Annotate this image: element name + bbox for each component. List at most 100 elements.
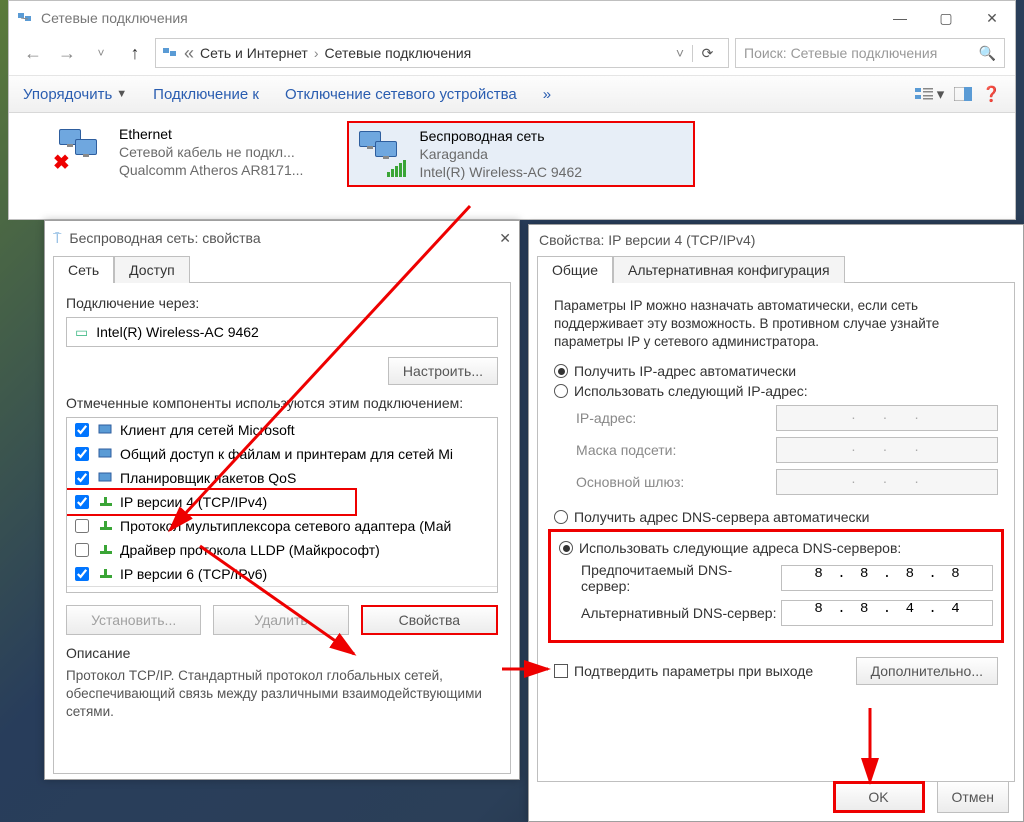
toolbar-disable-device[interactable]: Отключение сетевого устройства: [285, 86, 517, 103]
monitor-icon: [98, 423, 114, 437]
toolbar-connect-to[interactable]: Подключение к: [153, 86, 259, 103]
ok-button[interactable]: OK: [833, 781, 925, 813]
view-options-button[interactable]: ▾: [915, 85, 945, 103]
install-button[interactable]: Установить...: [66, 605, 201, 635]
close-button[interactable]: ✕: [499, 230, 511, 247]
adapter-field: ▭ Intel(R) Wireless-AC 9462: [66, 317, 498, 347]
protocol-icon: [98, 519, 114, 533]
connection-name: Ethernet: [119, 125, 303, 143]
monitor-icon: [98, 447, 114, 461]
adapter-icon: ⍑: [53, 230, 61, 247]
component-checkbox[interactable]: [75, 567, 89, 581]
components-list[interactable]: Клиент для сетей Microsoft Общий доступ к…: [66, 417, 498, 593]
connection-ethernet[interactable]: ✖ Ethernet Сетевой кабель не подкл... Qu…: [49, 121, 307, 187]
toolbar-organize[interactable]: Упорядочить▼: [23, 86, 127, 103]
component-label: Планировщик пакетов QoS: [120, 470, 296, 486]
dns-preferred-field[interactable]: 8 . 8 . 8 . 8: [781, 565, 993, 591]
component-label: Общий доступ к файлам и принтерам для се…: [120, 446, 453, 462]
connection-name: Беспроводная сеть: [419, 127, 582, 145]
component-row[interactable]: IP версии 4 (TCP/IPv4): [67, 490, 497, 514]
radio-dns-auto[interactable]: Получить адрес DNS-сервера автоматически: [554, 509, 998, 525]
search-placeholder: Поиск: Сетевые подключения: [744, 45, 937, 61]
breadcrumb-seg-1[interactable]: Сеть и Интернет: [200, 45, 308, 61]
breadcrumb-seg-2[interactable]: Сетевые подключения: [325, 45, 472, 61]
remove-button[interactable]: Удалить: [213, 605, 348, 635]
component-label: Клиент для сетей Microsoft: [120, 422, 295, 438]
close-button[interactable]: ✕: [969, 3, 1015, 33]
breadcrumb-bar[interactable]: « Сеть и Интернет › Сетевые подключения …: [155, 38, 729, 68]
connection-status: Сетевой кабель не подкл...: [119, 143, 303, 161]
component-checkbox[interactable]: [75, 471, 89, 485]
dialog-titlebar[interactable]: ⍑ Беспроводная сеть: свойства ✕: [45, 221, 519, 255]
radio-off-icon: [554, 510, 568, 524]
breadcrumb-dropdown-icon[interactable]: ˅: [676, 45, 684, 61]
disconnected-icon: ✖: [53, 150, 70, 175]
tab-access[interactable]: Доступ: [114, 256, 190, 283]
radio-ip-manual[interactable]: Использовать следующий IP-адрес:: [554, 383, 998, 399]
connection-wireless[interactable]: Беспроводная сеть Karaganda Intel(R) Wir…: [347, 121, 695, 187]
radio-dns-manual[interactable]: Использовать следующие адреса DNS-сервер…: [559, 540, 993, 556]
component-checkbox[interactable]: [75, 423, 89, 437]
dns-alternate-field[interactable]: 8 . 8 . 4 . 4: [781, 600, 993, 626]
tabstrip: Сеть Доступ: [53, 255, 519, 282]
subnet-label: Маска подсети:: [576, 442, 776, 458]
radio-on-icon: [559, 541, 573, 555]
dns-preferred-label: Предпочитаемый DNS-сервер:: [581, 562, 781, 594]
nav-back-button[interactable]: ←: [19, 39, 47, 67]
radio-on-icon: [554, 364, 568, 378]
subnet-field: . . .: [776, 437, 998, 463]
checkbox-empty-icon: [554, 664, 568, 678]
nav-up-button[interactable]: ↑: [121, 39, 149, 67]
dialog-titlebar[interactable]: Свойства: IP версии 4 (TCP/IPv4): [529, 225, 1023, 255]
toolbar: Упорядочить▼ Подключение к Отключение се…: [9, 75, 1015, 113]
component-row[interactable]: Драйвер протокола LLDP (Майкрософт): [67, 538, 497, 562]
horizontal-scrollbar[interactable]: ‹›: [67, 586, 497, 593]
tab-network[interactable]: Сеть: [53, 256, 114, 283]
component-row[interactable]: Планировщик пакетов QoS: [67, 466, 497, 490]
component-row[interactable]: IP версии 6 (TCP/IPv6): [67, 562, 497, 586]
component-label: IP версии 6 (TCP/IPv6): [120, 566, 267, 582]
breadcrumb-icon: [162, 45, 178, 61]
help-button[interactable]: ❓: [982, 85, 1001, 103]
search-icon[interactable]: 🔍: [979, 45, 996, 62]
refresh-button[interactable]: ⟳: [692, 45, 722, 62]
component-checkbox[interactable]: [75, 447, 89, 461]
toolbar-more[interactable]: »: [543, 86, 551, 103]
tab-alternate[interactable]: Альтернативная конфигурация: [613, 256, 844, 283]
advanced-button[interactable]: Дополнительно...: [856, 657, 998, 685]
confirm-on-exit-checkbox[interactable]: Подтвердить параметры при выходе: [554, 663, 813, 679]
search-input[interactable]: Поиск: Сетевые подключения 🔍: [735, 38, 1005, 68]
gateway-field: . . .: [776, 469, 998, 495]
titlebar[interactable]: Сетевые подключения — ▢ ✕: [9, 1, 1015, 35]
component-row[interactable]: Протокол мультиплексора сетевого адаптер…: [67, 514, 497, 538]
connect-via-label: Подключение через:: [66, 295, 498, 311]
nav-history-chevron[interactable]: ˅: [87, 39, 115, 67]
component-checkbox[interactable]: [75, 519, 89, 533]
protocol-icon: [98, 567, 114, 581]
maximize-button[interactable]: ▢: [923, 3, 969, 33]
properties-button[interactable]: Свойства: [361, 605, 498, 635]
component-row[interactable]: Клиент для сетей Microsoft: [67, 418, 497, 442]
preview-pane-button[interactable]: [954, 85, 972, 103]
chevron-right-icon: ›: [314, 45, 319, 61]
window-icon: [17, 10, 33, 26]
component-checkbox[interactable]: [75, 495, 89, 509]
tab-general[interactable]: Общие: [537, 256, 613, 283]
configure-button[interactable]: Настроить...: [388, 357, 498, 385]
dialog-title: Свойства: IP версии 4 (TCP/IPv4): [539, 232, 755, 248]
window-title: Сетевые подключения: [41, 10, 188, 26]
component-row[interactable]: Общий доступ к файлам и принтерам для се…: [67, 442, 497, 466]
cancel-button[interactable]: Отмен: [937, 781, 1009, 813]
ethernet-icon: ✖: [53, 125, 111, 175]
nav-forward-button[interactable]: →: [53, 39, 81, 67]
gateway-label: Основной шлюз:: [576, 474, 776, 490]
component-checkbox[interactable]: [75, 543, 89, 557]
component-label: IP версии 4 (TCP/IPv4): [120, 494, 267, 510]
wireless-icon: [353, 127, 411, 177]
connection-adapter: Qualcomm Atheros AR8171...: [119, 161, 303, 179]
adapter-name: Intel(R) Wireless-AC 9462: [96, 324, 259, 340]
radio-ip-auto[interactable]: Получить IP-адрес автоматически: [554, 363, 998, 379]
minimize-button[interactable]: —: [877, 3, 923, 33]
adapter-properties-dialog: ⍑ Беспроводная сеть: свойства ✕ Сеть Дос…: [44, 220, 520, 780]
protocol-icon: [98, 495, 114, 509]
